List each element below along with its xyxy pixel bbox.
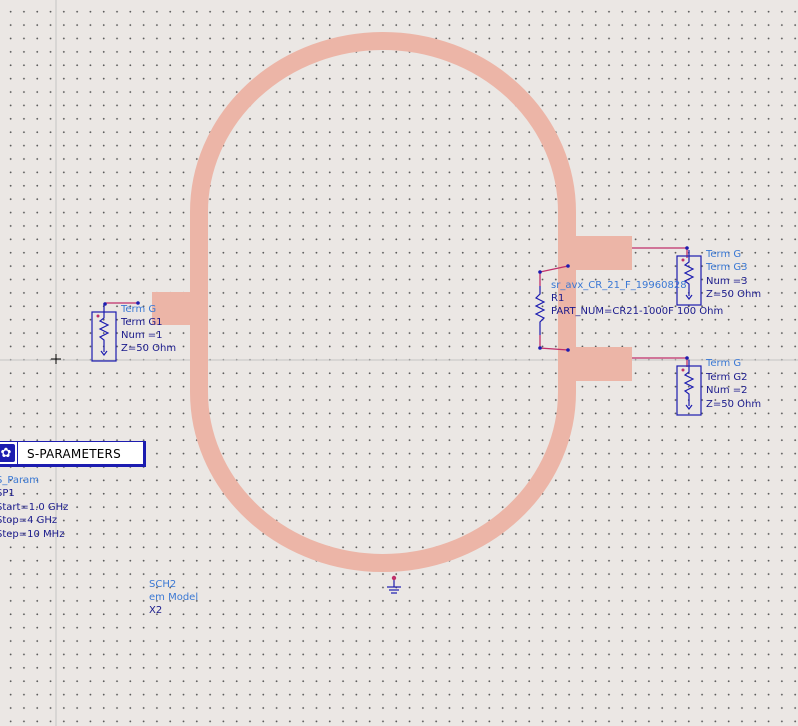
term-g1-z-label: Z=50 Ohm: [121, 343, 177, 354]
schematic-canvas[interactable]: [0, 0, 798, 726]
ground-icon[interactable]: [387, 575, 401, 594]
term-g3-symbol[interactable]: [676, 250, 702, 306]
microstrip-ring[interactable]: [190, 32, 576, 572]
term-g1-name-label: Term G1: [121, 317, 163, 328]
sparam-start-label: Start=1.0 GHz: [0, 502, 69, 513]
term-g3-type-label: Term G: [706, 249, 742, 260]
sparam-name-label: SP1: [0, 488, 15, 499]
s-parameters-divider: [17, 442, 18, 464]
resistor-r1-symbol[interactable]: [534, 286, 546, 335]
term-g2-type-label: Term G: [706, 358, 742, 369]
em-model-type-label: em Model: [149, 592, 199, 603]
term-g2-num-label: Num =2: [706, 385, 748, 396]
term-g1-type-label: Term G: [121, 304, 157, 315]
resistor-name-label: R1: [551, 293, 565, 304]
term-g1-symbol[interactable]: [91, 305, 117, 362]
s-parameters-title: S-PARAMETERS: [27, 447, 121, 461]
em-model-instance-label: X2: [149, 605, 163, 616]
s-parameters-icon: ✿: [0, 444, 15, 462]
s-parameters-controller[interactable]: ✿ S-PARAMETERS: [0, 441, 146, 467]
term-g2-name-label: Term G2: [706, 372, 748, 383]
sparam-stop-label: Stop=4 GHz: [0, 515, 58, 526]
sparam-step-label: Step=10 MHz: [0, 529, 65, 540]
resistor-part-label: PART_NUM=CR21-1000F 100 Ohm: [551, 306, 724, 317]
term-g3-z-label: Z=50 Ohm: [706, 289, 762, 300]
crosshair-cursor: [51, 354, 61, 364]
term-g2-z-label: Z=50 Ohm: [706, 399, 762, 410]
sparam-type-label: S_Param: [0, 475, 40, 486]
resistor-model-label: sr_avx_CR_21_F_19960828: [551, 280, 687, 291]
term-g1-num-label: Num =1: [121, 330, 163, 341]
term-g2-symbol[interactable]: [676, 360, 702, 416]
port-stub-right-bottom[interactable]: [572, 347, 632, 381]
term-g3-name-label: Term G3: [706, 262, 748, 273]
em-model-name-label: SCH2: [149, 579, 177, 590]
port-stub-right-top[interactable]: [572, 236, 632, 270]
term-g3-num-label: Num =3: [706, 276, 748, 287]
